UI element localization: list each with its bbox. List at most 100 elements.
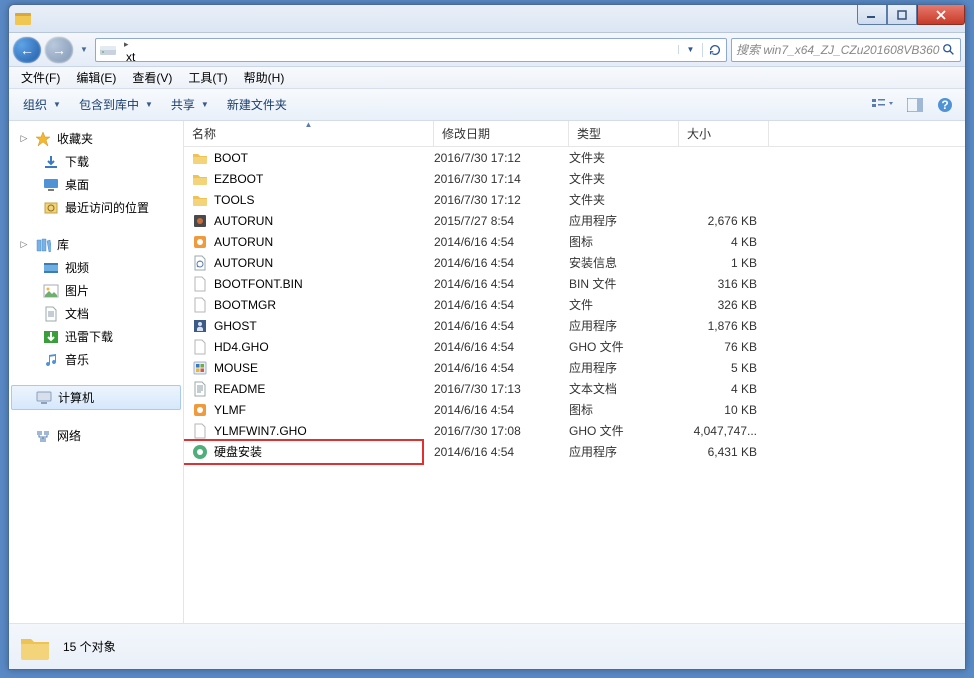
sidebar-item[interactable]: 音乐 xyxy=(9,348,183,371)
blank-icon xyxy=(192,423,208,439)
sidebar-item[interactable]: 文档 xyxy=(9,302,183,325)
file-row[interactable]: README2016/7/30 17:13文本文档4 KB xyxy=(184,378,965,399)
preview-pane-button[interactable] xyxy=(901,94,929,116)
file-row[interactable]: MOUSE2014/6/16 4:54应用程序5 KB xyxy=(184,357,965,378)
sidebar-item[interactable]: 视频 xyxy=(9,256,183,279)
column-headers: 名称 修改日期 类型 大小 xyxy=(184,121,965,147)
nav-bar: ← → ▼ Seagate Backup Plus Drive (E:)▸sys… xyxy=(9,33,965,67)
menu-item[interactable]: 查看(V) xyxy=(124,67,180,88)
refresh-button[interactable] xyxy=(702,43,726,57)
exe-win-icon xyxy=(192,360,208,376)
file-size: 4 KB xyxy=(679,382,769,396)
recent-icon xyxy=(43,200,59,216)
maximize-button[interactable] xyxy=(887,5,917,25)
sidebar-group-网络[interactable]: 网络 xyxy=(9,424,183,447)
sidebar-item[interactable]: 桌面 xyxy=(9,173,183,196)
help-button[interactable]: ? xyxy=(931,93,959,117)
chevron-right-icon[interactable]: ▸ xyxy=(120,39,133,49)
file-row[interactable]: AUTORUN2014/6/16 4:54图标4 KB xyxy=(184,231,965,252)
file-type: 文件 xyxy=(569,296,679,313)
organize-button[interactable]: 组织▼ xyxy=(15,92,69,117)
file-date: 2014/6/16 4:54 xyxy=(434,319,569,333)
file-row[interactable]: AUTORUN2015/7/27 8:54应用程序2,676 KB xyxy=(184,210,965,231)
file-size: 4,047,747... xyxy=(679,424,769,438)
file-row[interactable]: HD4.GHO2014/6/16 4:54GHO 文件76 KB xyxy=(184,336,965,357)
exe-green-icon xyxy=(192,444,208,460)
close-button[interactable] xyxy=(917,5,965,25)
file-name: 硬盘安装 xyxy=(214,443,262,460)
icon-orange-icon xyxy=(192,402,208,418)
file-row[interactable]: GHOST2014/6/16 4:54应用程序1,876 KB xyxy=(184,315,965,336)
minimize-button[interactable] xyxy=(857,5,887,25)
file-row[interactable]: YLMF 2014/6/16 4:54图标10 KB xyxy=(184,399,965,420)
file-date: 2014/6/16 4:54 xyxy=(434,403,569,417)
file-name: README xyxy=(214,382,265,396)
file-type: 应用程序 xyxy=(569,317,679,334)
new-folder-button[interactable]: 新建文件夹 xyxy=(219,92,295,117)
file-type: 文件夹 xyxy=(569,170,679,187)
sidebar-item[interactable]: 最近访问的位置 xyxy=(9,196,183,219)
address-dropdown[interactable]: ▼ xyxy=(678,45,702,54)
file-name: MOUSE xyxy=(214,361,258,375)
file-row[interactable]: BOOT2016/7/30 17:12文件夹 xyxy=(184,147,965,168)
blank-icon xyxy=(192,297,208,313)
titlebar[interactable] xyxy=(9,5,965,33)
file-size: 10 KB xyxy=(679,403,769,417)
search-placeholder: 搜索 win7_x64_ZJ_CZu201608VB360 xyxy=(736,41,939,58)
folder-icon xyxy=(192,150,208,166)
file-row[interactable]: AUTORUN2014/6/16 4:54安装信息1 KB xyxy=(184,252,965,273)
sidebar-item[interactable]: 迅雷下载 xyxy=(9,325,183,348)
column-type[interactable]: 类型 xyxy=(569,121,679,146)
forward-button[interactable]: → xyxy=(45,37,73,63)
file-name: AUTORUN xyxy=(214,235,273,249)
video-icon xyxy=(43,260,59,276)
view-options-button[interactable] xyxy=(865,93,899,117)
breadcrumb-item[interactable]: xt xyxy=(120,50,304,62)
include-in-library-button[interactable]: 包含到库中▼ xyxy=(71,92,161,117)
network-icon xyxy=(35,428,51,444)
file-row[interactable]: 硬盘安装2014/6/16 4:54应用程序6,431 KB xyxy=(184,441,965,462)
file-row[interactable]: BOOTMGR2014/6/16 4:54文件326 KB xyxy=(184,294,965,315)
menu-item[interactable]: 编辑(E) xyxy=(68,67,124,88)
file-size: 6,431 KB xyxy=(679,445,769,459)
address-bar[interactable]: Seagate Backup Plus Drive (E:)▸sys▸xt▸wi… xyxy=(95,38,727,62)
file-row[interactable]: YLMFWIN7.GHO2016/7/30 17:08GHO 文件4,047,7… xyxy=(184,420,965,441)
sidebar-group-库[interactable]: ▷库 xyxy=(9,233,183,256)
column-name[interactable]: 名称 xyxy=(184,121,434,146)
menu-item[interactable]: 工具(T) xyxy=(180,67,235,88)
column-size[interactable]: 大小 xyxy=(679,121,769,146)
sidebar: ▷收藏夹下载桌面最近访问的位置 ▷库视频图片文档迅雷下载音乐计算机网络 xyxy=(9,121,184,623)
chevron-down-icon: ▼ xyxy=(145,100,153,109)
file-name: EZBOOT xyxy=(214,172,263,186)
xunlei-icon xyxy=(43,329,59,345)
menu-item[interactable]: 文件(F) xyxy=(13,67,68,88)
expand-icon: ▷ xyxy=(19,239,29,250)
file-row[interactable]: TOOLS2016/7/30 17:12文件夹 xyxy=(184,189,965,210)
sidebar-item[interactable]: 图片 xyxy=(9,279,183,302)
search-box[interactable]: 搜索 win7_x64_ZJ_CZu201608VB360 xyxy=(731,38,961,62)
sidebar-group-计算机[interactable]: 计算机 xyxy=(11,385,181,410)
txt-icon xyxy=(192,381,208,397)
column-date[interactable]: 修改日期 xyxy=(434,121,569,146)
file-name: YLMFWIN7.GHO xyxy=(214,424,307,438)
file-type: 文件夹 xyxy=(569,149,679,166)
document-icon xyxy=(43,306,59,322)
inf-icon xyxy=(192,255,208,271)
sidebar-group-收藏夹[interactable]: ▷收藏夹 xyxy=(9,127,183,150)
back-button[interactable]: ← xyxy=(13,37,41,63)
file-type: 文件夹 xyxy=(569,191,679,208)
menu-item[interactable]: 帮助(H) xyxy=(236,67,293,88)
nav-history-dropdown[interactable]: ▼ xyxy=(77,45,91,54)
file-date: 2014/6/16 4:54 xyxy=(434,277,569,291)
file-type: 图标 xyxy=(569,401,679,418)
sidebar-item[interactable]: 下载 xyxy=(9,150,183,173)
file-name: YLMF xyxy=(214,403,246,417)
blank-icon xyxy=(192,339,208,355)
file-name: BOOT xyxy=(214,151,248,165)
icon-orange-icon xyxy=(192,234,208,250)
file-row[interactable]: BOOTFONT.BIN2014/6/16 4:54BIN 文件316 KB xyxy=(184,273,965,294)
folder-icon xyxy=(19,631,51,663)
file-row[interactable]: EZBOOT2016/7/30 17:14文件夹 xyxy=(184,168,965,189)
share-button[interactable]: 共享▼ xyxy=(163,92,217,117)
file-size: 76 KB xyxy=(679,340,769,354)
